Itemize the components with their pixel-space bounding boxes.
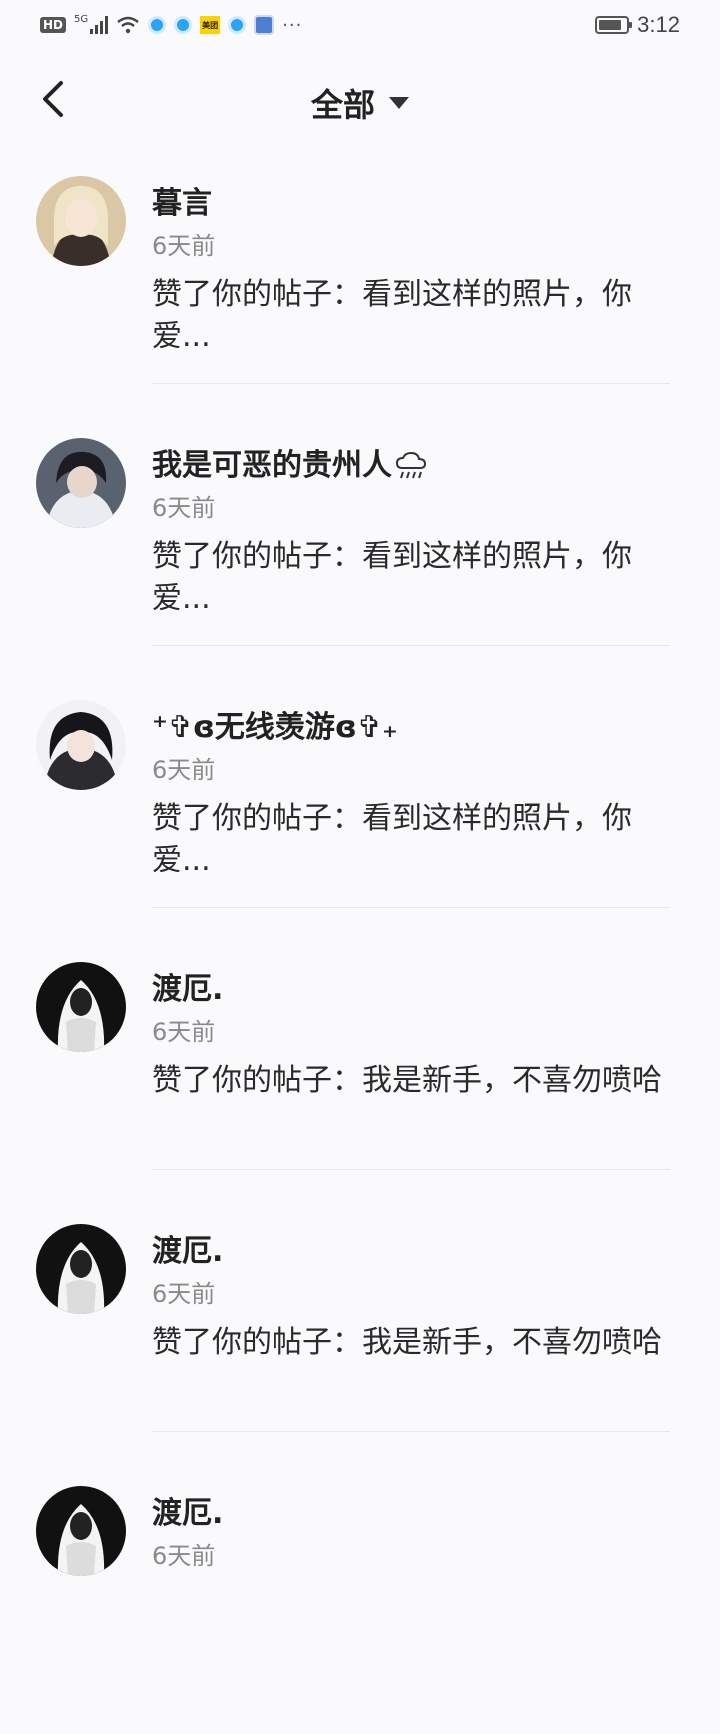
avatar[interactable] <box>36 962 126 1052</box>
rain-cloud-icon <box>395 451 427 478</box>
user-name[interactable]: ⁺✞ɞ无线羡游ɞ✞₊ <box>152 702 398 746</box>
divider <box>152 383 670 384</box>
caret-down-icon <box>389 97 409 109</box>
status-left: HD 5G 美团 ··· <box>40 13 303 36</box>
user-name[interactable]: 渡厄. <box>152 1488 223 1532</box>
filter-dropdown[interactable]: 全部 <box>0 80 720 126</box>
list-item[interactable]: 渡厄. 6天前 <box>0 1472 720 1734</box>
notification-text: 赞了你的帖子：看到这样的照片，你爱... <box>152 539 632 616</box>
timestamp: 6天前 <box>152 756 216 784</box>
divider <box>152 1169 670 1170</box>
notification-list: 暮言 6天前 赞了你的帖子：看到这样的照片，你爱... 我是可恶的贵州人 6天前… <box>0 162 720 1734</box>
meituan-icon: 美团 <box>200 16 221 34</box>
notification-text: 赞了你的帖子：看到这样的照片，你爱... <box>152 801 632 878</box>
status-right: 3:12 <box>595 12 680 38</box>
page-title: 全部 <box>310 86 375 124</box>
clock: 3:12 <box>637 12 680 37</box>
avatar[interactable] <box>36 1224 126 1314</box>
divider <box>152 907 670 908</box>
user-name-text: 我是可恶的贵州人 <box>152 448 392 483</box>
timestamp: 6天前 <box>152 1542 216 1570</box>
header: 全部 <box>0 58 720 148</box>
timestamp: 6天前 <box>152 494 216 522</box>
user-name[interactable]: 我是可恶的贵州人 <box>152 440 428 484</box>
app-notification-icon <box>174 16 193 34</box>
more-notifications-icon: ··· <box>282 14 303 36</box>
avatar[interactable] <box>36 1486 126 1576</box>
list-item[interactable]: ⁺✞ɞ无线羡游ɞ✞₊ 6天前 赞了你的帖子：看到这样的照片，你爱... <box>0 686 720 948</box>
network-type: 5G <box>74 13 89 25</box>
app-notification-icon <box>148 16 167 34</box>
battery-icon <box>595 16 633 34</box>
user-name[interactable]: 渡厄. <box>152 964 223 1008</box>
notification-text: 赞了你的帖子：看到这样的照片，你爱... <box>152 277 632 354</box>
status-bar: HD 5G 美团 ··· 3:12 <box>0 0 720 50</box>
divider <box>152 1431 670 1432</box>
avatar[interactable] <box>36 700 126 790</box>
list-item[interactable]: 渡厄. 6天前 赞了你的帖子：我是新手，不喜勿喷哈 <box>0 948 720 1210</box>
hd-badge: HD <box>40 17 67 33</box>
avatar[interactable] <box>36 438 126 528</box>
list-item[interactable]: 我是可恶的贵州人 6天前 赞了你的帖子：看到这样的照片，你爱... <box>0 424 720 686</box>
notification-text: 赞了你的帖子：我是新手，不喜勿喷哈 <box>152 1325 662 1360</box>
divider <box>152 645 670 646</box>
list-item[interactable]: 渡厄. 6天前 赞了你的帖子：我是新手，不喜勿喷哈 <box>0 1210 720 1472</box>
battery-level <box>599 20 622 30</box>
list-item[interactable]: 暮言 6天前 赞了你的帖子：看到这样的照片，你爱... <box>0 162 720 424</box>
timestamp: 6天前 <box>152 1280 216 1308</box>
user-name[interactable]: 渡厄. <box>152 1226 223 1270</box>
user-name[interactable]: 暮言 <box>152 178 212 222</box>
signal-icon <box>90 16 109 34</box>
timestamp: 6天前 <box>152 1018 216 1046</box>
app-notification-icon <box>228 16 247 34</box>
timestamp: 6天前 <box>152 232 216 260</box>
app-notification-icon <box>254 15 275 35</box>
notification-text: 赞了你的帖子：我是新手，不喜勿喷哈 <box>152 1063 662 1098</box>
wifi-icon <box>117 16 139 34</box>
avatar[interactable] <box>36 176 126 266</box>
